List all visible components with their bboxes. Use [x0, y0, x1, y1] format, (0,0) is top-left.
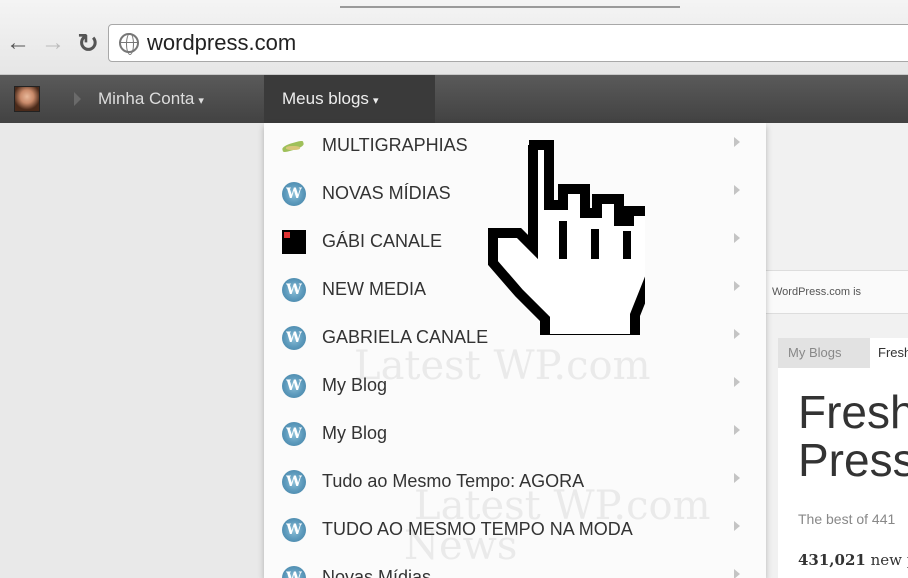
- blog-tabs: My Blogs Fresh: [778, 338, 908, 368]
- new-posts-suffix: new posts: [870, 551, 908, 569]
- submenu-arrow-icon: [734, 137, 740, 147]
- dropdown-item-label: MULTIGRAPHIAS: [322, 135, 468, 155]
- wordpress-icon: W: [282, 182, 306, 206]
- tab-strip-edge: [340, 0, 680, 8]
- dropdown-item-label: Tudo ao Mesmo Tempo: AGORA: [322, 471, 585, 491]
- my-blogs-menu[interactable]: Meus blogs ▾: [264, 75, 435, 123]
- dropdown-item-label: GÁBI CANALE: [322, 231, 443, 251]
- submenu-arrow-icon: [734, 425, 740, 435]
- wordpress-icon: W: [282, 518, 306, 542]
- submenu-arrow-icon: [734, 185, 740, 195]
- my-account-menu[interactable]: Minha Conta ▾: [98, 75, 256, 123]
- address-bar[interactable]: wordpress.com: [108, 24, 908, 62]
- wordpress-icon: W: [282, 374, 306, 398]
- dropdown-item-label: NOVAS MÍDIAS: [322, 183, 451, 203]
- new-posts-count: 431,021 new posts: [798, 551, 908, 569]
- my-blogs-label: Meus blogs: [282, 89, 369, 108]
- admin-bar: Minha Conta ▾ Meus blogs ▾: [0, 75, 908, 123]
- multigraphias-icon: [282, 134, 306, 158]
- dropdown-item-novas-midias-2[interactable]: W Novas Mídias: [264, 555, 766, 578]
- hand-cursor-icon: [488, 140, 645, 335]
- submenu-arrow-icon: [734, 329, 740, 339]
- dropdown-item-my-blog[interactable]: W My Blog: [264, 363, 766, 411]
- dropdown-item-label: My Blog: [322, 375, 388, 395]
- freshly-pressed-title: Freshly Pressed: [798, 386, 908, 486]
- left-column: [0, 123, 265, 578]
- browser-toolbar: ← → ↻ wordpress.com: [0, 0, 908, 75]
- dropdown-item-tudo-ao-mesmo-tempo-agora[interactable]: W Tudo ao Mesmo Tempo: AGORA: [264, 459, 766, 507]
- caret-down-icon: ▾: [198, 95, 204, 107]
- forward-arrow-icon[interactable]: →: [40, 30, 66, 56]
- blog-avatar-icon: [282, 230, 306, 254]
- dropdown-item-label: GABRIELA CANALE: [322, 327, 489, 347]
- my-account-label: Minha Conta: [98, 89, 195, 108]
- reload-icon[interactable]: ↻: [75, 30, 101, 56]
- wordpress-icon: W: [282, 566, 306, 578]
- dropdown-item-label: My Blog: [322, 423, 388, 443]
- notice-text: WordPress.com is: [772, 286, 862, 298]
- freshly-pressed-panel: Freshly Pressed The best of 441 431,021 …: [778, 368, 908, 578]
- dropdown-item-tudo-ao-mesmo-tempo-na-moda[interactable]: W TUDO AO MESMO TEMPO NA MODA: [264, 507, 766, 555]
- wordpress-icon: W: [282, 422, 306, 446]
- avatar-separator-icon: [74, 92, 81, 106]
- wordpress-icon: W: [282, 326, 306, 350]
- wordpress-icon: W: [282, 278, 306, 302]
- dropdown-item-label: NEW MEDIA: [322, 279, 427, 299]
- submenu-arrow-icon: [734, 233, 740, 243]
- back-arrow-icon[interactable]: ←: [5, 30, 31, 56]
- wordpress-icon: W: [282, 470, 306, 494]
- tab-freshly-pressed[interactable]: Fresh: [870, 338, 908, 368]
- notice-bar: WordPress.com is: [766, 270, 908, 314]
- dropdown-item-my-blog[interactable]: W My Blog: [264, 411, 766, 459]
- avatar[interactable]: [14, 86, 40, 112]
- submenu-arrow-icon: [734, 569, 740, 578]
- new-posts-number: 431,021: [798, 551, 866, 569]
- url-text[interactable]: wordpress.com: [147, 30, 296, 56]
- submenu-arrow-icon: [734, 521, 740, 531]
- caret-down-icon: ▾: [372, 95, 379, 107]
- tab-my-blogs[interactable]: My Blogs: [778, 338, 870, 368]
- submenu-arrow-icon: [734, 281, 740, 291]
- dropdown-item-label: TUDO AO MESMO TEMPO NA MODA: [322, 519, 633, 539]
- freshly-pressed-subtitle: The best of 441: [798, 511, 896, 527]
- submenu-arrow-icon: [734, 473, 740, 483]
- submenu-arrow-icon: [734, 377, 740, 387]
- dropdown-item-label: Novas Mídias: [322, 567, 432, 578]
- globe-icon: [119, 33, 139, 55]
